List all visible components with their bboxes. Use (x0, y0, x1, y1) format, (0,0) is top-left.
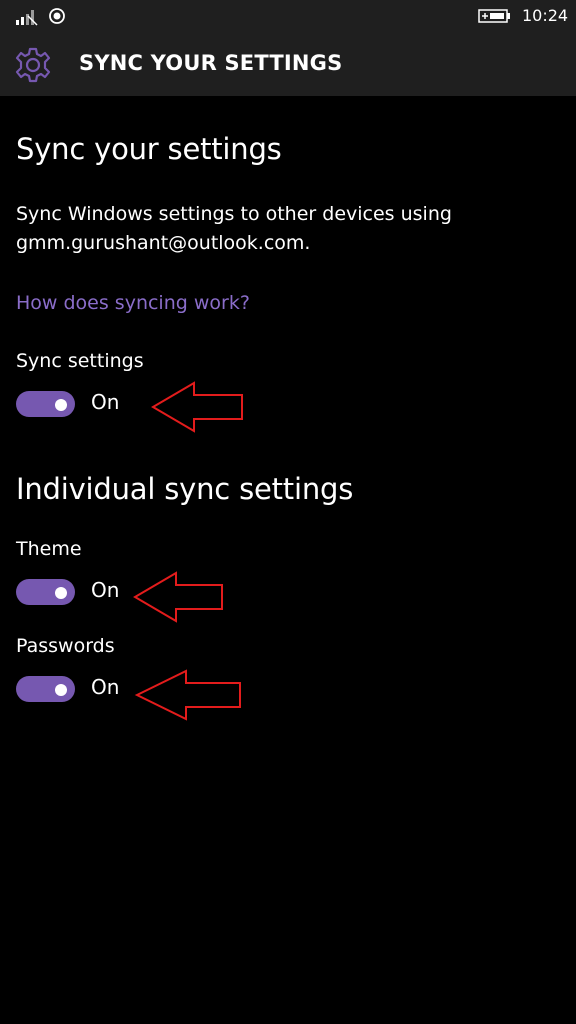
toggle-knob (55, 684, 67, 696)
signal-bars-icon (16, 10, 38, 26)
passwords-state: On (91, 675, 120, 699)
status-bar: 10:24 (0, 0, 576, 34)
toggle-knob (55, 587, 67, 599)
page-header-title: SYNC YOUR SETTINGS (79, 51, 343, 75)
toggle-track[interactable] (16, 676, 75, 702)
theme-state: On (91, 578, 120, 602)
app-header: SYNC YOUR SETTINGS (0, 34, 576, 96)
individual-sync-title: Individual sync settings (16, 472, 354, 506)
toggle-track[interactable] (16, 391, 75, 417)
record-dot-icon (49, 8, 65, 24)
sync-settings-label: Sync settings (16, 350, 144, 372)
theme-label: Theme (16, 538, 82, 560)
annotation-arrow-icon (133, 571, 223, 623)
gear-icon (15, 47, 51, 83)
annotation-arrow-icon (134, 669, 241, 721)
toggle-track[interactable] (16, 579, 75, 605)
sync-description: Sync Windows settings to other devices u… (16, 203, 452, 254)
status-time: 10:24 (522, 6, 569, 25)
how-syncing-works-link[interactable]: How does syncing work? (16, 292, 250, 314)
passwords-label: Passwords (16, 635, 115, 657)
sync-settings-state: On (91, 390, 120, 414)
page-title: Sync your settings (16, 132, 282, 166)
annotation-arrow-icon (151, 381, 243, 433)
toggle-knob (55, 399, 67, 411)
battery-charging-icon (478, 9, 510, 23)
